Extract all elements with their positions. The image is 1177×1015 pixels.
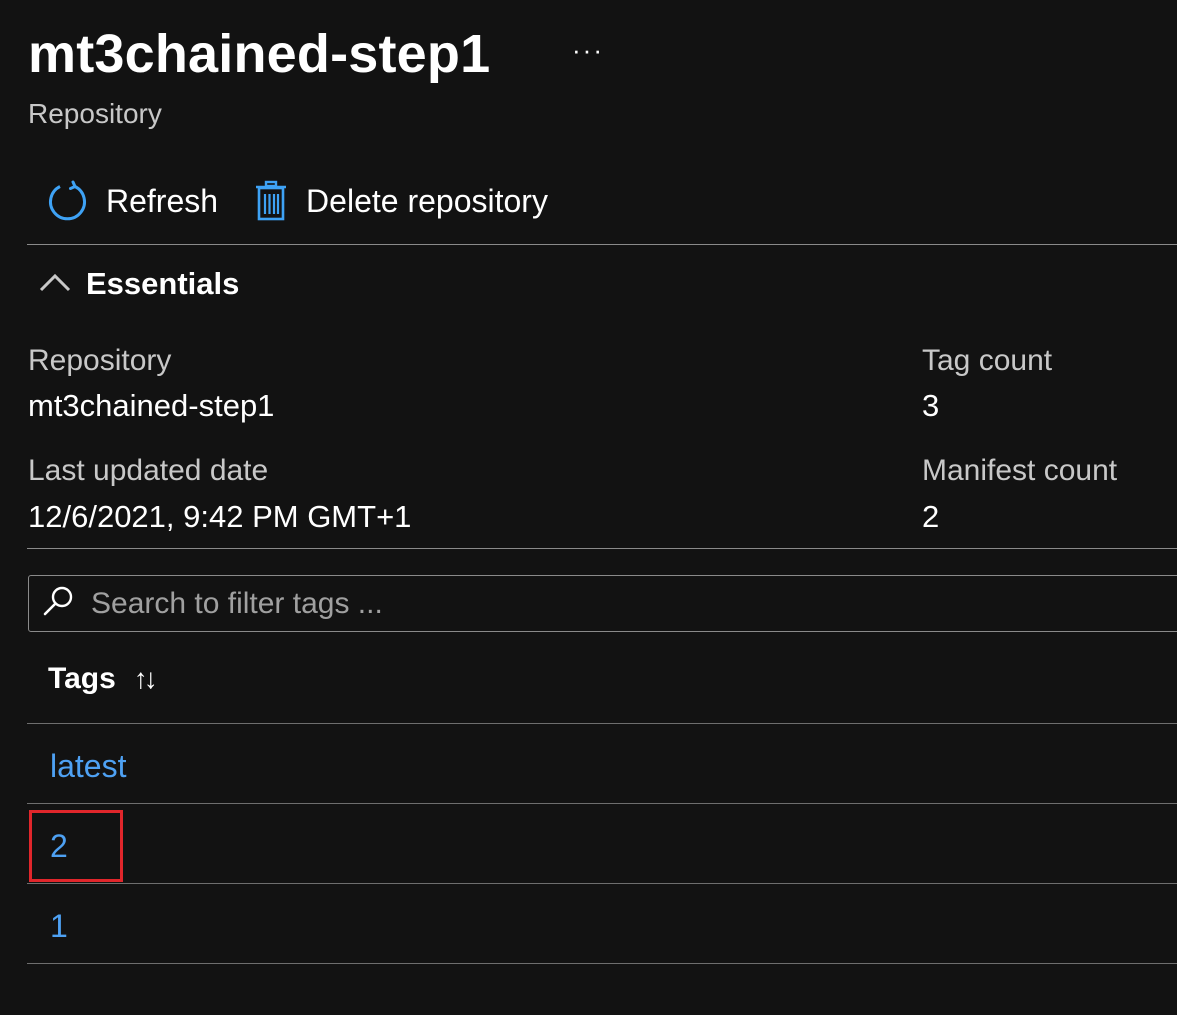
tag-link[interactable]: 1 bbox=[50, 906, 68, 946]
manifest-count-field-label: Manifest count bbox=[922, 454, 1118, 487]
divider bbox=[27, 244, 1177, 245]
last-updated-field-value: 12/6/2021, 9:42 PM GMT+1 bbox=[28, 499, 412, 534]
table-row: latest bbox=[27, 724, 1177, 804]
essentials-label: Essentials bbox=[86, 266, 240, 301]
refresh-icon bbox=[46, 180, 88, 222]
tags-column-label: Tags bbox=[48, 662, 116, 695]
table-row: 2 bbox=[27, 804, 1177, 884]
command-bar: Refresh Delete repository bbox=[28, 170, 566, 232]
tags-column-header[interactable]: Tags ↑↓ bbox=[48, 656, 158, 702]
tag-count-field-value: 3 bbox=[922, 388, 940, 423]
tag-link[interactable]: latest bbox=[50, 746, 126, 786]
search-input[interactable] bbox=[89, 585, 993, 622]
table-row: 1 bbox=[27, 884, 1177, 964]
trash-icon bbox=[254, 180, 288, 222]
delete-repository-label: Delete repository bbox=[306, 183, 548, 219]
last-updated-field-label: Last updated date bbox=[28, 454, 269, 487]
tag-count-field-label: Tag count bbox=[922, 344, 1053, 377]
essentials-toggle[interactable]: Essentials bbox=[38, 262, 239, 306]
search-icon bbox=[29, 584, 75, 623]
page-subtitle: Repository bbox=[28, 98, 162, 129]
tag-link[interactable]: 2 bbox=[50, 826, 68, 866]
repository-field-value: mt3chained-step1 bbox=[28, 388, 275, 423]
sort-icon: ↑↓ bbox=[133, 663, 158, 694]
delete-repository-button[interactable]: Delete repository bbox=[236, 170, 566, 232]
more-actions-button[interactable]: ··· bbox=[572, 30, 604, 70]
refresh-label: Refresh bbox=[106, 183, 219, 219]
chevron-up-icon bbox=[38, 270, 72, 299]
repository-field-label: Repository bbox=[28, 344, 172, 377]
divider bbox=[27, 548, 1177, 549]
page-title: mt3chained-step1 bbox=[28, 24, 491, 84]
repository-page: mt3chained-step1 ··· Repository Refresh bbox=[0, 0, 1177, 1015]
manifest-count-field-value: 2 bbox=[922, 499, 940, 534]
tag-filter-search-box[interactable] bbox=[28, 575, 1177, 632]
refresh-button[interactable]: Refresh bbox=[28, 170, 236, 232]
